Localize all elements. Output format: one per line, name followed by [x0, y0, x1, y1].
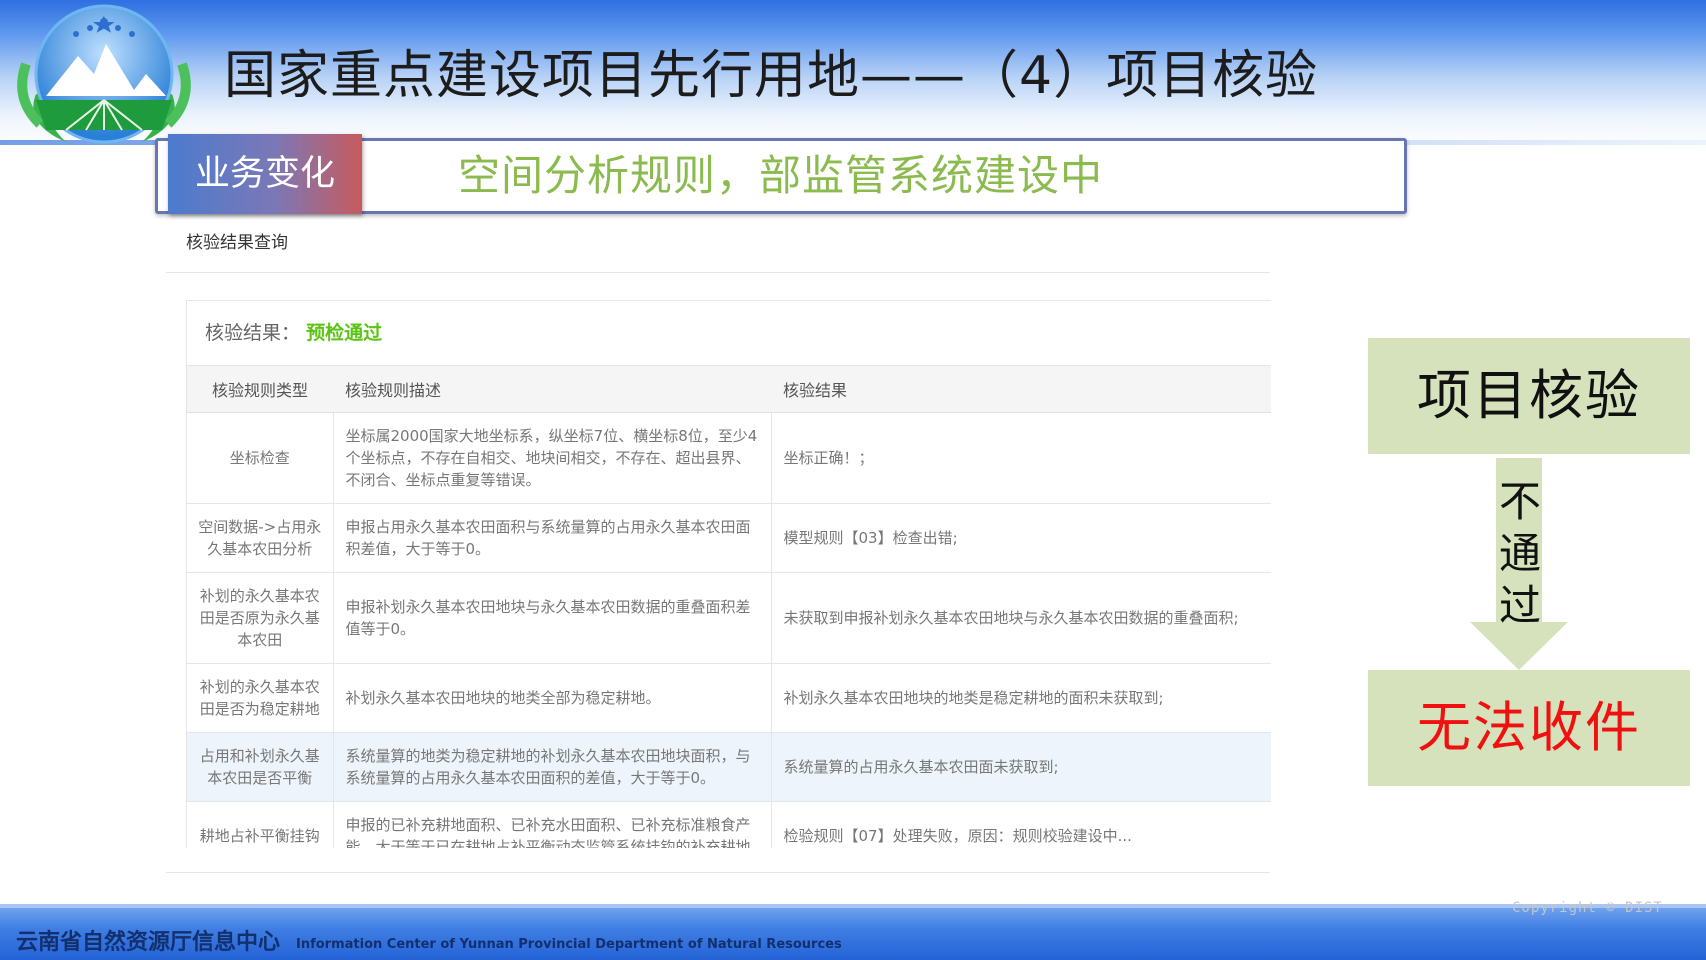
- table-row[interactable]: 占用和补划永久基本农田是否平衡 系统量算的地类为稳定耕地的补划永久基本农田地块面…: [187, 732, 1271, 802]
- result-summary: 核验结果： 预检通过: [187, 301, 1271, 365]
- query-page-title: 核验结果查询: [186, 233, 288, 253]
- verify-box: 项目核验: [1368, 338, 1690, 454]
- footer-org-cn: 云南省自然资源厅信息中心: [16, 930, 281, 955]
- fail-label-char: 不: [1498, 477, 1541, 526]
- fail-label-char: 过: [1498, 581, 1541, 630]
- rule-desc-cell: 补划永久基本农田地块的地类全部为稳定耕地。: [333, 663, 772, 733]
- cannot-receive-box: 无法收件: [1368, 670, 1690, 786]
- result-status-badge: 预检通过: [306, 322, 383, 344]
- table-header-row: 核验规则类型 核验规则描述 核验结果: [187, 365, 1271, 413]
- rule-desc-cell: 坐标属2000国家大地坐标系，纵坐标7位、横坐标8位，至少4个坐标点，不存在自相…: [333, 412, 772, 504]
- table-row[interactable]: 坐标检查 坐标属2000国家大地坐标系，纵坐标7位、横坐标8位，至少4个坐标点，…: [187, 412, 1271, 504]
- rule-desc-cell: 申报的已补充耕地面积、已补充水田面积、已补充标准粮食产能，大于等于已在耕地占补平…: [333, 801, 772, 848]
- rule-type-cell: 坐标检查: [187, 412, 334, 504]
- rule-table: 核验规则类型 核验规则描述 核验结果 坐标检查 坐标属2000国家大地坐标系，纵…: [187, 365, 1271, 848]
- bottom-separator: [166, 872, 1270, 873]
- rule-desc-cell: 系统量算的地类为稳定耕地的补划永久基本农田地块面积，与系统量算的占用永久基本农田…: [333, 732, 772, 802]
- table-row[interactable]: 补划的永久基本农田是否为稳定耕地 补划永久基本农田地块的地类全部为稳定耕地。 补…: [187, 663, 1271, 733]
- fail-label-char: 通: [1498, 529, 1541, 578]
- rule-type-cell: 空间数据->占用永久基本农田分析: [187, 503, 334, 573]
- copyright-text: Copyright © DIST: [1512, 900, 1663, 916]
- rule-result-cell: 补划永久基本农田地块的地类是稳定耕地的面积未获取到;: [771, 663, 1271, 733]
- result-label: 核验结果：: [205, 322, 301, 344]
- header-separator: [166, 272, 1270, 273]
- column-header-type: 核验规则类型: [187, 365, 333, 413]
- rule-type-cell: 补划的永久基本农田是否为稳定耕地: [187, 663, 334, 733]
- rule-result-cell: 未获取到申报补划永久基本农田地块与永久基本农田数据的重叠面积;: [771, 572, 1271, 664]
- rule-result-cell: 检验规则【07】处理失败，原因：规则校验建设中...: [771, 801, 1271, 848]
- table-row[interactable]: 补划的永久基本农田是否原为永久基本农田 申报补划永久基本农田地块与永久基本农田数…: [187, 572, 1271, 664]
- rule-result-cell: 坐标正确！；: [771, 412, 1271, 504]
- rule-desc-cell: 申报占用永久基本农田面积与系统量算的占用永久基本农田面积差值，大于等于0。: [333, 503, 772, 573]
- banner-tag: 业务变化: [168, 134, 362, 214]
- rule-desc-cell: 申报补划永久基本农田地块与永久基本农田数据的重叠面积差值等于0。: [333, 572, 772, 664]
- table-row[interactable]: 空间数据->占用永久基本农田分析 申报占用永久基本农田面积与系统量算的占用永久基…: [187, 503, 1271, 573]
- result-panel: 核验结果： 预检通过 核验规则类型 核验规则描述 核验结果 坐标检查 坐标属20…: [186, 300, 1271, 848]
- rule-result-cell: 系统量算的占用永久基本农田面未获取到;: [771, 732, 1271, 802]
- ministry-emblem-icon: [17, 4, 191, 144]
- column-header-result: 核验结果: [771, 365, 1271, 413]
- banner-text: 空间分析规则，部监管系统建设中: [458, 151, 1104, 200]
- table-row[interactable]: 耕地占补平衡挂钩 申报的已补充耕地面积、已补充水田面积、已补充标准粮食产能，大于…: [187, 801, 1271, 848]
- rule-type-cell: 补划的永久基本农田是否原为永久基本农田: [187, 572, 334, 664]
- rule-result-cell: 模型规则【03】检查出错;: [771, 503, 1271, 573]
- column-header-desc: 核验规则描述: [333, 365, 771, 413]
- fail-label: 不 通 过: [1480, 476, 1560, 632]
- slide-title: 国家重点建设项目先行用地——（4）项目核验: [224, 46, 1319, 106]
- rule-type-cell: 耕地占补平衡挂钩: [187, 801, 334, 848]
- footer-org-en: Information Center of Yunnan Provincial …: [296, 937, 842, 952]
- rule-type-cell: 占用和补划永久基本农田是否平衡: [187, 732, 334, 802]
